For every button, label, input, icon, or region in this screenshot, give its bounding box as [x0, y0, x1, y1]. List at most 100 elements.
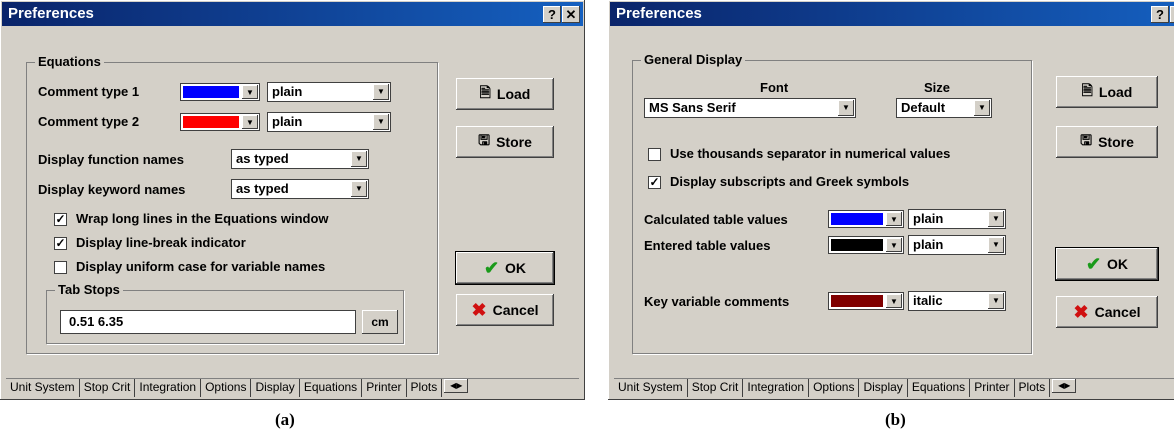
tab-integration[interactable]: Integration	[135, 379, 202, 397]
x-icon: ✖	[471, 299, 487, 320]
ok-button[interactable]: ✔ OK	[455, 251, 555, 285]
entered-color-picker[interactable]: ▼	[828, 236, 904, 254]
chevron-down-icon: ▼	[886, 212, 902, 226]
x-icon: ✖	[1073, 301, 1089, 322]
line-break-indicator-label: Display line-break indicator	[76, 235, 246, 250]
tab-display[interactable]: Display	[859, 379, 908, 397]
key-variable-color-picker[interactable]: ▼	[828, 292, 904, 310]
select-value: plain	[272, 84, 303, 99]
cancel-button[interactable]: ✖ Cancel	[456, 294, 554, 326]
store-button[interactable]: 🖫 Store	[456, 126, 554, 158]
key-variable-comments-label: Key variable comments	[644, 294, 790, 309]
ok-label: OK	[1107, 256, 1129, 272]
select-value: as typed	[236, 151, 289, 166]
tab-unit-system[interactable]: Unit System	[614, 379, 688, 397]
uniform-case-checkbox[interactable]	[54, 261, 67, 274]
tab-strip: Unit System Stop Crit Integration Option…	[614, 378, 1174, 397]
tab-printer[interactable]: Printer	[970, 379, 1015, 397]
cancel-button[interactable]: ✖ Cancel	[1056, 296, 1158, 328]
select-value: plain	[272, 114, 303, 129]
tab-printer[interactable]: Printer	[362, 379, 407, 397]
tab-options[interactable]: Options	[201, 379, 252, 397]
color-swatch	[183, 116, 239, 128]
equations-legend: Equations	[35, 54, 104, 69]
line-break-indicator-checkbox[interactable]: ✓	[54, 237, 67, 250]
chevron-down-icon: ▼	[373, 84, 389, 100]
key-variable-style-select[interactable]: italic ▼	[908, 291, 1006, 311]
caption-a: (a)	[275, 410, 295, 429]
calculated-color-picker[interactable]: ▼	[828, 210, 904, 228]
chevron-down-icon: ▼	[373, 114, 389, 130]
title-bar: Preferences ? ✕	[2, 2, 583, 26]
comment-type-1-style-select[interactable]: plain ▼	[267, 82, 391, 102]
save-icon: 🖫	[1080, 132, 1093, 148]
tab-plots[interactable]: Plots	[1015, 379, 1051, 397]
display-keyword-names-select[interactable]: as typed ▼	[231, 179, 369, 199]
wrap-lines-checkbox[interactable]: ✓	[54, 213, 67, 226]
subscripts-greek-label: Display subscripts and Greek symbols	[670, 174, 910, 189]
subscripts-greek-checkbox[interactable]: ✓	[648, 176, 661, 189]
tab-stops-unit-button[interactable]: cm	[362, 310, 398, 334]
tab-unit-system[interactable]: Unit System	[6, 379, 80, 397]
store-label: Store	[496, 134, 532, 150]
select-value: plain	[913, 237, 944, 252]
help-button[interactable]: ?	[1151, 6, 1169, 23]
comment-type-1-color-picker[interactable]: ▼	[180, 83, 260, 101]
tab-options[interactable]: Options	[809, 379, 860, 397]
chevron-down-icon: ▼	[351, 151, 367, 167]
tab-stops-legend: Tab Stops	[55, 282, 123, 297]
dialog-title: Preferences	[616, 5, 702, 22]
store-button[interactable]: 🖫 Store	[1056, 126, 1158, 158]
dialog-title: Preferences	[8, 5, 94, 22]
help-button[interactable]: ?	[543, 6, 561, 23]
tab-equations[interactable]: Equations	[299, 379, 363, 397]
load-button[interactable]: 🗎 Load	[1056, 76, 1158, 108]
thousands-separator-label: Use thousands separator in numerical val…	[670, 146, 951, 161]
document-icon: 🗎	[1081, 82, 1093, 98]
tab-display[interactable]: Display	[251, 379, 300, 397]
store-label: Store	[1098, 134, 1134, 150]
color-swatch	[183, 86, 239, 98]
select-value: MS Sans Serif	[649, 100, 736, 115]
uniform-case-label: Display uniform case for variable names	[76, 259, 326, 274]
tab-strip: Unit System Stop Crit Integration Option…	[6, 378, 579, 397]
calculated-style-select[interactable]: plain ▼	[908, 209, 1006, 229]
document-icon: 🗎	[479, 84, 491, 100]
tab-scroll-arrows-icon[interactable]: ◀▶	[444, 379, 469, 393]
checkmark-icon: ✔	[1085, 253, 1102, 274]
wrap-lines-label: Wrap long lines in the Equations window	[76, 211, 329, 226]
tab-integration[interactable]: Integration	[743, 379, 810, 397]
general-display-legend: General Display	[641, 52, 746, 67]
chevron-down-icon: ▼	[974, 100, 990, 116]
calculated-table-values-label: Calculated table values	[644, 212, 788, 227]
tab-scroll-arrows-icon[interactable]: ◀▶	[1052, 379, 1077, 393]
size-select[interactable]: Default ▼	[896, 98, 992, 118]
tab-stops-input[interactable]: 0.51 6.35	[60, 310, 356, 334]
load-button[interactable]: 🗎 Load	[456, 78, 554, 110]
checkmark-icon: ✔	[483, 257, 500, 278]
comment-type-2-color-picker[interactable]: ▼	[180, 113, 260, 131]
size-header: Size	[924, 80, 951, 95]
chevron-down-icon: ▼	[242, 85, 258, 99]
tab-stop-crit[interactable]: Stop Crit	[80, 379, 136, 397]
display-keyword-names-label: Display keyword names	[38, 182, 186, 197]
chevron-down-icon: ▼	[988, 293, 1004, 309]
display-function-names-label: Display function names	[38, 152, 184, 167]
close-button[interactable]: ✕	[562, 6, 580, 23]
chevron-down-icon: ▼	[886, 238, 902, 252]
thousands-separator-checkbox[interactable]	[648, 148, 661, 161]
tab-equations[interactable]: Equations	[908, 379, 971, 397]
comment-type-2-label: Comment type 2	[38, 114, 140, 129]
entered-style-select[interactable]: plain ▼	[908, 235, 1006, 255]
tab-stop-crit[interactable]: Stop Crit	[688, 379, 744, 397]
font-select[interactable]: MS Sans Serif ▼	[644, 98, 856, 118]
chevron-down-icon: ▼	[988, 237, 1004, 253]
comment-type-2-style-select[interactable]: plain ▼	[267, 112, 391, 132]
chevron-down-icon: ▼	[886, 294, 902, 308]
comment-type-1-label: Comment type 1	[38, 84, 140, 99]
ok-button[interactable]: ✔ OK	[1055, 247, 1159, 281]
close-button[interactable]: ✕	[1170, 6, 1174, 23]
tab-plots[interactable]: Plots	[407, 379, 443, 397]
color-swatch	[831, 295, 883, 307]
display-function-names-select[interactable]: as typed ▼	[231, 149, 369, 169]
